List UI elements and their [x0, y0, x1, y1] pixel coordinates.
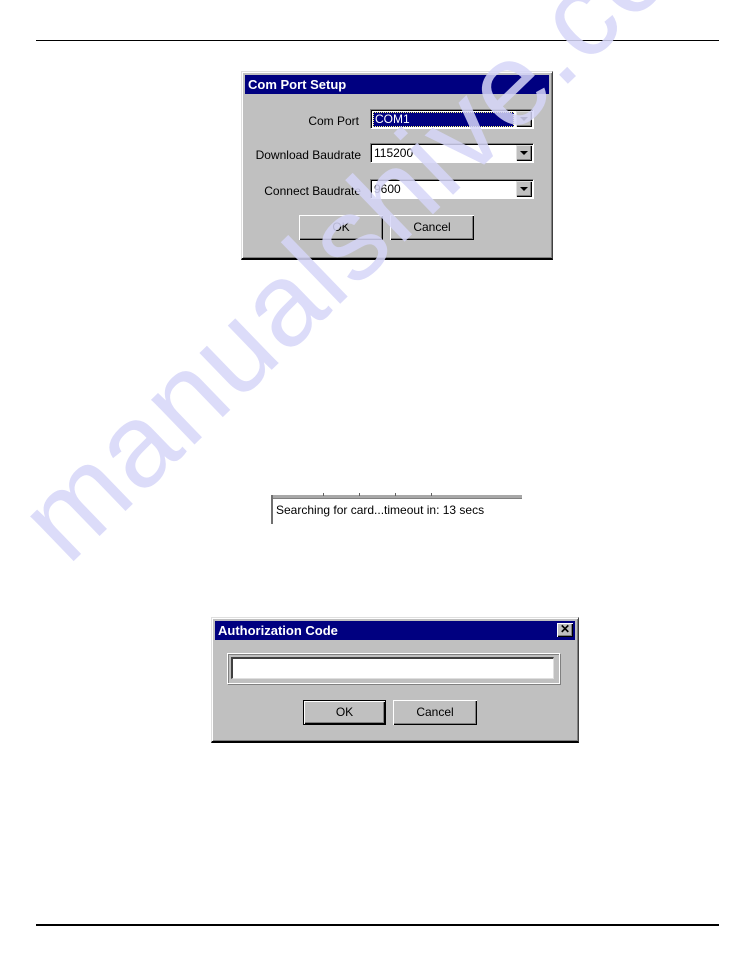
chevron-down-icon[interactable] [516, 181, 532, 197]
ok-button[interactable]: OK [303, 700, 386, 725]
footer-rule [36, 924, 719, 926]
download-baudrate-select[interactable]: 115200 [370, 143, 534, 163]
com-port-value: COM1 [373, 112, 514, 127]
status-tick [359, 493, 360, 496]
authorization-code-input[interactable] [231, 657, 554, 679]
dialog-title: Com Port Setup [245, 75, 549, 94]
header-rule [36, 40, 719, 41]
status-bar: Searching for card...timeout in: 13 secs [271, 493, 522, 524]
cancel-button[interactable]: Cancel [390, 215, 474, 240]
ok-button[interactable]: OK [299, 215, 383, 240]
download-baudrate-label: Download Baudrate [255, 148, 361, 162]
cancel-button[interactable]: Cancel [393, 700, 477, 725]
connect-baudrate-label: Connect Baudrate [264, 184, 361, 198]
chevron-down-icon[interactable] [516, 145, 532, 161]
download-baudrate-value: 115200 [374, 146, 414, 160]
connect-baudrate-select[interactable]: 9600 [370, 179, 534, 199]
authorization-code-frame [227, 653, 560, 684]
status-bar-left-edge [271, 495, 273, 524]
authorization-code-dialog: Authorization Code ✕ OK Cancel [211, 617, 579, 743]
dialog-title: Authorization Code ✕ [215, 621, 575, 640]
status-bar-top-edge [271, 495, 522, 499]
status-tick [431, 493, 432, 496]
com-port-label: Com Port [308, 114, 359, 128]
com-port-select[interactable]: COM1 [370, 109, 534, 129]
close-icon[interactable]: ✕ [557, 623, 573, 637]
dialog-title-text: Authorization Code [218, 623, 338, 638]
com-port-setup-dialog: Com Port Setup Com Port COM1 Download Ba… [241, 71, 553, 260]
chevron-down-icon[interactable] [516, 111, 532, 127]
status-text: Searching for card...timeout in: 13 secs [276, 503, 485, 517]
status-tick [395, 493, 396, 496]
status-tick [323, 493, 324, 496]
connect-baudrate-value: 9600 [374, 182, 401, 196]
